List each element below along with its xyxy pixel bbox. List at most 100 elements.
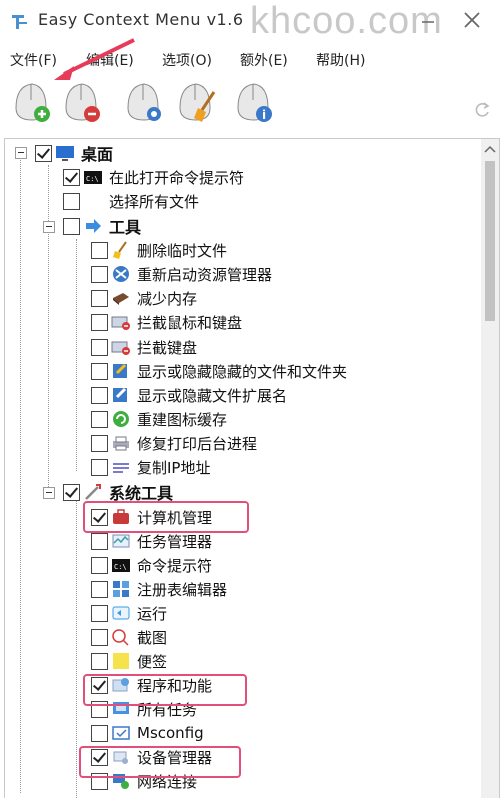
scroll-up-icon[interactable] [481, 139, 499, 159]
tree-item-tool[interactable]: 删除临时文件 [91, 238, 227, 262]
printer-icon [113, 436, 129, 451]
registry-icon [113, 581, 129, 597]
tree-node-tools[interactable]: 工具 [63, 214, 141, 238]
info-button[interactable]: i [232, 78, 276, 126]
app-icon [12, 15, 27, 29]
checkbox[interactable] [91, 289, 108, 307]
window-title: Easy Context Menu v1.6 [38, 10, 244, 29]
checkbox[interactable] [63, 483, 80, 501]
tree-item-system[interactable]: Msconfig [91, 721, 204, 745]
hidden-files-icon [113, 363, 127, 378]
info-icon: i [237, 83, 272, 122]
tree-item-select-all[interactable]: 选择所有文件 [63, 189, 199, 213]
scroll-thumb[interactable] [485, 161, 495, 321]
refresh-icon[interactable] [472, 100, 492, 120]
menu-file[interactable]: 文件(F) [10, 50, 57, 70]
checkbox[interactable] [91, 410, 108, 428]
checkbox[interactable] [91, 628, 108, 646]
memory-icon [113, 293, 129, 305]
menu-options[interactable]: 选项(O) [162, 50, 212, 70]
tree-item-system[interactable]: 运行 [91, 601, 167, 625]
tree-item-tool[interactable]: 重新启动资源管理器 [91, 262, 272, 286]
tree-item-open-cmd[interactable]: C:\ 在此打开命令提示符 [63, 165, 244, 189]
tree-item-tool[interactable]: 减少内存 [91, 286, 197, 310]
svg-text:C:\: C:\ [86, 175, 99, 183]
checkbox[interactable] [91, 241, 108, 259]
add-item-button[interactable] [10, 78, 54, 126]
tree-item-tool[interactable]: 重建图标缓存 [91, 407, 227, 431]
checkbox[interactable] [91, 434, 108, 452]
tree-item-tool[interactable]: 显示或隐藏文件扩展名 [91, 383, 287, 407]
checkbox[interactable] [63, 192, 80, 210]
cmd-icon: C:\ [112, 559, 130, 572]
tree-item-tool[interactable]: 修复打印后台进程 [91, 431, 257, 455]
checkbox[interactable] [63, 217, 80, 235]
menu-extra[interactable]: 额外(E) [240, 50, 288, 70]
close-button[interactable] [458, 6, 486, 34]
expander-tools[interactable] [43, 221, 55, 233]
tree-item-tool[interactable]: 复制IP地址 [91, 455, 210, 479]
ip-address-icon [113, 463, 129, 473]
checkbox[interactable] [91, 604, 108, 622]
clean-icon [179, 83, 216, 122]
checkbox[interactable] [91, 458, 108, 476]
svg-text:i: i [262, 108, 266, 122]
remove-icon [65, 83, 100, 122]
desktop-icon [56, 146, 74, 161]
cmd-icon: C:\ [84, 171, 102, 184]
tree-item-tool[interactable]: 拦截键盘 [91, 335, 197, 359]
run-icon [112, 606, 130, 620]
rebuild-cache-icon [113, 411, 129, 427]
checkbox[interactable] [35, 144, 52, 162]
checkbox[interactable] [91, 556, 108, 574]
settings-icon [127, 83, 161, 121]
checkbox[interactable] [91, 386, 108, 404]
screenshot-icon [112, 629, 129, 646]
checkbox[interactable] [63, 168, 80, 186]
restart-explorer-icon [113, 266, 129, 282]
tree-item-system[interactable]: 截图 [91, 625, 167, 649]
tree-item-tool[interactable]: 拦截鼠标和键盘 [91, 310, 242, 334]
scrollbar[interactable] [481, 139, 499, 798]
clean-button[interactable] [174, 78, 218, 126]
file-extension-icon [113, 387, 127, 402]
add-icon [15, 83, 50, 122]
broom-icon [113, 241, 127, 259]
svg-text:C:\: C:\ [114, 563, 127, 571]
menu-help[interactable]: 帮助(H) [316, 50, 365, 70]
checkbox[interactable] [91, 580, 108, 598]
checkbox[interactable] [91, 313, 108, 331]
arrow-right-icon [86, 219, 101, 233]
tree-node-desktop[interactable]: 桌面 [35, 141, 113, 165]
highlight-box [83, 674, 247, 706]
checkbox[interactable] [91, 724, 108, 742]
checkbox[interactable] [91, 338, 108, 356]
close-icon [464, 12, 480, 28]
highlight-box [83, 501, 249, 533]
tools-icon [85, 484, 101, 500]
menu-bar: 文件(F) 编辑(E) 选项(O) 额外(E) 帮助(H) [0, 46, 500, 72]
highlight-box [79, 746, 241, 778]
settings-button[interactable] [122, 78, 166, 126]
checkbox[interactable] [91, 532, 108, 550]
tree-item-system[interactable]: C:\ 命令提示符 [91, 553, 212, 577]
tree-item-system[interactable]: 注册表编辑器 [91, 577, 227, 601]
task-manager-icon [112, 534, 130, 548]
menu-tree: 桌面 C:\ 在此打开命令提示符 选择所有文件 工具 删除临时文件 重新启动资源… [4, 138, 500, 798]
expander-system-tools[interactable] [43, 487, 55, 499]
tree-item-system[interactable]: 便签 [91, 649, 167, 673]
checkbox[interactable] [91, 265, 108, 283]
keyboard-block-icon [111, 341, 130, 355]
remove-item-button[interactable] [60, 78, 104, 126]
checkbox[interactable] [91, 652, 108, 670]
sticky-note-icon [113, 653, 129, 669]
menu-edit[interactable]: 编辑(E) [86, 50, 134, 70]
minimize-button[interactable] [414, 6, 442, 34]
toolbar: i [0, 74, 500, 130]
tree-item-tool[interactable]: 显示或隐藏隐藏的文件和文件夹 [91, 359, 347, 383]
checkbox[interactable] [91, 362, 108, 380]
expander-desktop[interactable] [15, 147, 27, 159]
title-bar: Easy Context Menu v1.6 khcoo.com [0, 0, 500, 44]
keyboard-block-icon [111, 316, 130, 330]
msconfig-icon [112, 726, 130, 740]
